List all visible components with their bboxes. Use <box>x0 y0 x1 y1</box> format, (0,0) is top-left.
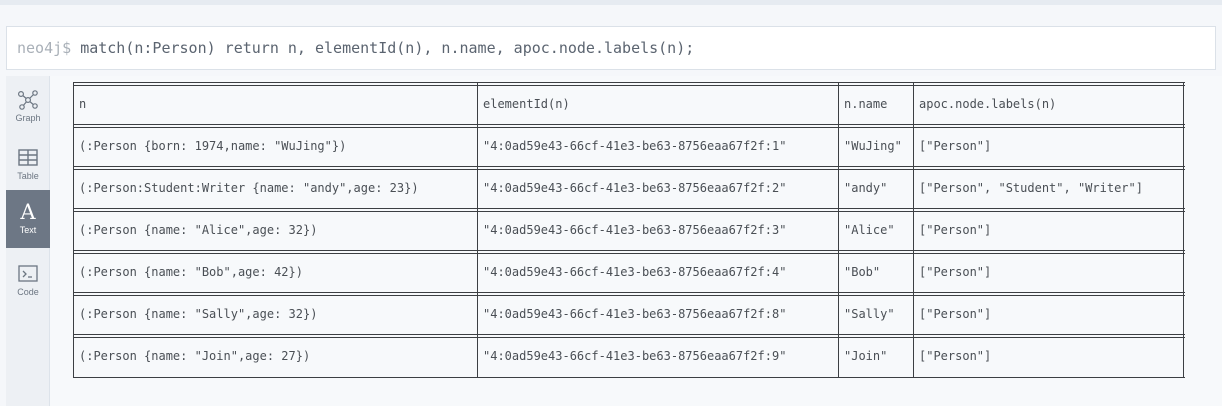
row-divider <box>73 295 1185 296</box>
view-switcher: Graph Table A Text Code <box>6 76 50 406</box>
table-cell: "Join" <box>844 349 888 363</box>
table-cell: "4:0ad59e43-66cf-41e3-be63-8756eaa67f2f:… <box>483 307 787 321</box>
command-bar[interactable]: neo4j$ match(n:Person) return n, element… <box>6 26 1216 70</box>
column-header: apoc.node.labels(n) <box>919 97 1057 111</box>
table-cell: ["Person"] <box>919 223 992 237</box>
table-cell: "4:0ad59e43-66cf-41e3-be63-8756eaa67f2f:… <box>483 349 787 363</box>
row-divider <box>73 253 1185 254</box>
row-divider <box>73 169 1185 170</box>
view-text-label: Text <box>19 225 37 235</box>
table-cell: "4:0ad59e43-66cf-41e3-be63-8756eaa67f2f:… <box>483 265 787 279</box>
column-header: n <box>79 97 87 111</box>
table-cell: ["Person"] <box>919 265 992 279</box>
table-cell: ["Person"] <box>919 139 992 153</box>
table-border-top-inner <box>73 85 1185 86</box>
code-icon <box>18 265 38 282</box>
table-cell: (:Person {name: "Bob",age: 42}) <box>79 265 303 279</box>
table-cell: ["Person", "Student", "Writer"] <box>919 181 1143 195</box>
text-result-table: n elementId(n) n.name apoc.node.labels(n… <box>73 82 1185 378</box>
table-cell: "4:0ad59e43-66cf-41e3-be63-8756eaa67f2f:… <box>483 139 787 153</box>
table-cell: (:Person {name: "Sally",age: 32}) <box>79 307 318 321</box>
view-graph-button[interactable]: Graph <box>6 80 50 136</box>
table-cell: "4:0ad59e43-66cf-41e3-be63-8756eaa67f2f:… <box>483 181 787 195</box>
view-table-label: Table <box>17 171 39 181</box>
column-rule <box>838 82 839 378</box>
table-border-bottom <box>73 377 1185 378</box>
row-divider <box>73 334 1185 335</box>
row-divider <box>73 211 1185 212</box>
table-header-rule <box>73 124 1185 125</box>
row-divider <box>73 208 1185 209</box>
row-divider <box>73 166 1185 167</box>
view-code-label: Code <box>17 287 39 297</box>
table-cell: "4:0ad59e43-66cf-41e3-be63-8756eaa67f2f:… <box>483 223 787 237</box>
table-header-rule-inner <box>73 127 1185 128</box>
column-rule <box>1183 82 1184 378</box>
table-cell: (:Person {name: "Alice",age: 32}) <box>79 223 318 237</box>
row-divider <box>73 292 1185 293</box>
command-query[interactable]: match(n:Person) return n, elementId(n), … <box>80 39 694 57</box>
view-table-button[interactable]: Table <box>6 138 50 194</box>
row-divider <box>73 250 1185 251</box>
table-cell: (:Person {born: 1974,name: "WuJing"}) <box>79 139 347 153</box>
column-rule <box>477 82 478 378</box>
column-header: elementId(n) <box>483 97 570 111</box>
view-graph-label: Graph <box>15 113 41 123</box>
table-cell: ["Person"] <box>919 307 992 321</box>
graph-icon <box>17 90 38 110</box>
row-divider <box>73 337 1185 338</box>
table-border-top <box>73 82 1185 83</box>
table-cell: "WuJing" <box>844 139 902 153</box>
column-header: n.name <box>844 97 888 111</box>
view-code-button[interactable]: Code <box>6 254 50 310</box>
table-cell: "Alice" <box>844 223 895 237</box>
table-cell: "andy" <box>844 181 888 195</box>
table-cell: "Bob" <box>844 265 881 279</box>
table-cell: "Sally" <box>844 307 895 321</box>
command-prompt: neo4j$ <box>17 39 72 57</box>
view-text-button[interactable]: A Text <box>6 190 50 248</box>
table-cell: (:Person {name: "Join",age: 27}) <box>79 349 311 363</box>
table-cell: (:Person:Student:Writer {name: "andy",ag… <box>79 181 419 195</box>
column-rule <box>73 82 74 378</box>
text-icon: A <box>19 200 36 222</box>
table-icon <box>18 149 38 166</box>
table-cell: ["Person"] <box>919 349 992 363</box>
column-rule <box>913 82 914 378</box>
svg-text:A: A <box>19 200 36 222</box>
